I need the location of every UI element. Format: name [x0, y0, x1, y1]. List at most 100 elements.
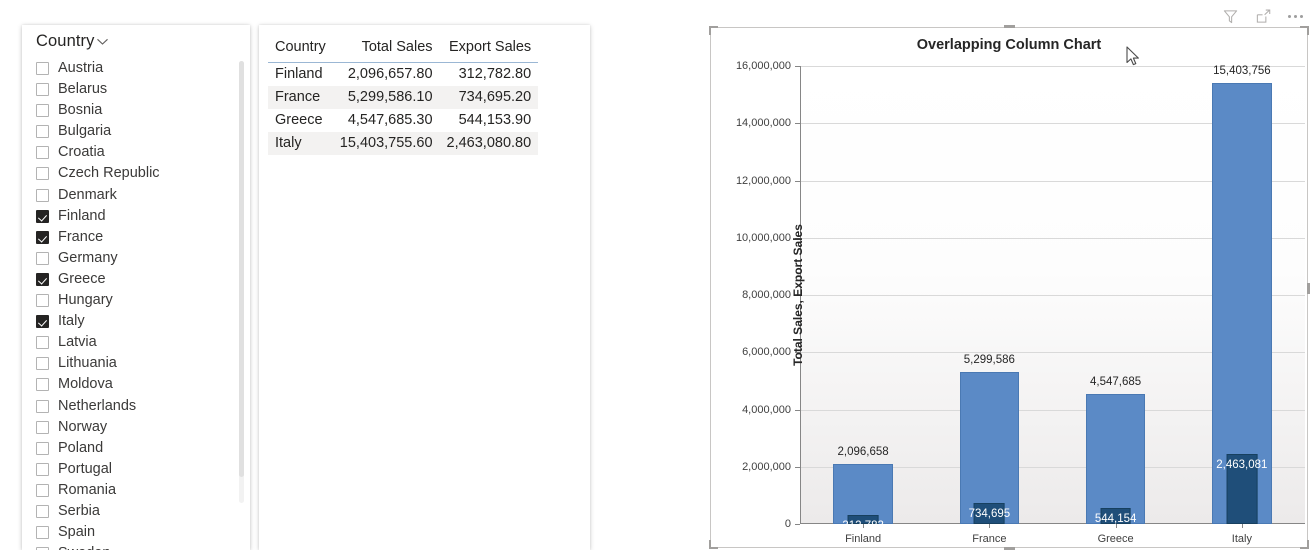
country-slicer[interactable]: Country Austria Belarus Bosnia Bulgaria Croa… — [22, 25, 250, 550]
checkbox-checked-icon[interactable] — [36, 230, 49, 244]
slicer-item[interactable]: Norway — [36, 417, 250, 438]
slicer-item-label: Portugal — [58, 460, 113, 477]
table-row[interactable]: France 5,299,586.10 734,695.20 — [268, 86, 539, 109]
filter-icon[interactable] — [1222, 8, 1239, 25]
slicer-item[interactable]: Croatia — [36, 142, 250, 163]
slicer-item[interactable]: Hungary — [36, 290, 250, 311]
resize-handle-right-middle[interactable] — [1307, 282, 1310, 294]
slicer-item[interactable]: Denmark — [36, 185, 250, 206]
slicer-item-label: Latvia — [58, 334, 97, 351]
slicer-item[interactable]: Italy — [36, 311, 250, 332]
slicer-item-label: Germany — [58, 249, 118, 266]
slicer-scrollbar[interactable] — [239, 61, 244, 503]
table-cell: 544,153.90 — [458, 112, 532, 128]
slicer-item[interactable]: Greece — [36, 269, 250, 290]
checkbox-icon[interactable] — [36, 357, 49, 371]
y-axis-tick-label: 12,000,000 — [735, 174, 791, 187]
report-canvas: Country Austria Belarus Bosnia Bulgaria Croa… — [0, 0, 1313, 550]
checkbox-icon[interactable] — [36, 188, 49, 202]
slicer-item[interactable]: Moldova — [36, 374, 250, 395]
slicer-item[interactable]: Poland — [36, 438, 250, 459]
slicer-item[interactable]: Lithuania — [36, 353, 250, 374]
slicer-item[interactable]: Bulgaria — [36, 121, 250, 142]
checkbox-icon[interactable] — [36, 378, 49, 392]
checkbox-icon[interactable] — [36, 83, 49, 97]
y-axis-tick-label: 0 — [784, 518, 791, 530]
sales-table-visual[interactable]: Country Total Sales Export Sales Finland 2,… — [259, 25, 590, 550]
checkbox-checked-icon[interactable] — [36, 272, 49, 286]
checkbox-icon[interactable] — [36, 62, 49, 75]
slicer-item[interactable]: Finland — [36, 206, 250, 227]
visual-header-toolbar[interactable] — [1222, 8, 1303, 25]
slicer-item[interactable]: Netherlands — [36, 396, 250, 417]
checkbox-icon[interactable] — [36, 483, 49, 497]
resize-handle-top-right-v[interactable] — [1307, 26, 1309, 35]
x-axis-tick — [1241, 524, 1243, 528]
slicer-item[interactable]: Austria — [36, 58, 250, 79]
resize-handle-bottom-left-v[interactable] — [709, 540, 711, 549]
slicer-item-list[interactable]: Austria Belarus Bosnia Bulgaria Croatia Czech… — [22, 58, 250, 550]
overlapping-column-chart-visual[interactable]: Overlapping Column Chart 0 2,000,000 4,000… — [709, 25, 1310, 550]
table-body: Finland 2,096,657.80 312,782.80 France 5,299… — [268, 63, 539, 155]
slicer-item-label: Italy — [58, 313, 85, 330]
slicer-item[interactable]: Bosnia — [36, 100, 250, 121]
table-column-header[interactable]: Country — [268, 35, 333, 63]
checkbox-icon[interactable] — [36, 125, 49, 139]
slicer-item[interactable]: Portugal — [36, 459, 250, 480]
y-axis-tick-label: 14,000,000 — [735, 117, 791, 130]
table-row[interactable]: Greece 4,547,685.30 544,153.90 — [268, 109, 538, 132]
chevron-down-icon[interactable] — [94, 33, 111, 50]
slicer-item[interactable]: Czech Republic — [36, 163, 250, 184]
resize-handle-top-left-v[interactable] — [709, 26, 711, 35]
slicer-item[interactable]: Spain — [36, 522, 250, 543]
slicer-item-label: Serbia — [58, 502, 100, 519]
table-column-header[interactable]: Export Sales — [439, 35, 539, 63]
bar-group[interactable]: 2,096,658312,783Finland — [833, 66, 893, 545]
bar-group[interactable]: 5,299,586 734,695 France — [959, 66, 1020, 545]
slicer-item-label: France — [58, 228, 104, 245]
x-axis-tick — [863, 524, 865, 528]
bar-group[interactable]: 4,547,685 544,154 Greece — [1085, 66, 1146, 545]
checkbox-icon[interactable] — [36, 526, 49, 540]
more-options-icon[interactable] — [1288, 8, 1303, 25]
resize-handle-bottom-right-v[interactable] — [1307, 540, 1309, 549]
slicer-item-label: Poland — [58, 439, 104, 456]
focus-mode-icon[interactable] — [1255, 8, 1272, 25]
slicer-item[interactable]: Romania — [36, 480, 250, 501]
checkbox-icon[interactable] — [36, 251, 49, 265]
slicer-item[interactable]: France — [36, 227, 250, 248]
checkbox-icon[interactable] — [36, 420, 49, 434]
data-label-total-sales: 15,403,756 — [1213, 65, 1271, 78]
slicer-item-label: Lithuania — [58, 355, 117, 372]
checkbox-icon[interactable] — [36, 146, 49, 160]
checkbox-icon[interactable] — [36, 504, 49, 518]
slicer-item-label: Hungary — [58, 292, 113, 309]
slicer-item-label: Greece — [58, 270, 106, 287]
table-row[interactable]: Finland 2,096,657.80 312,782.80 — [268, 63, 538, 87]
slicer-item[interactable]: Belarus — [36, 79, 250, 100]
checkbox-icon[interactable] — [36, 294, 49, 308]
bar-total-sales[interactable] — [1085, 393, 1146, 524]
bar-group[interactable]: 15,403,756 2,463,081 Italy — [1212, 65, 1272, 545]
slicer-item[interactable]: Germany — [36, 248, 250, 269]
checkbox-icon[interactable] — [36, 462, 49, 476]
checkbox-checked-icon[interactable] — [36, 315, 49, 329]
checkbox-checked-icon[interactable] — [36, 209, 49, 223]
y-axis-tick-label: 8,000,000 — [742, 289, 791, 301]
slicer-item[interactable]: Sweden — [36, 543, 250, 550]
checkbox-icon[interactable] — [36, 399, 49, 413]
checkbox-icon[interactable] — [36, 336, 49, 350]
slicer-item[interactable]: Latvia — [36, 332, 250, 353]
checkbox-icon[interactable] — [36, 167, 49, 181]
checkbox-icon[interactable] — [36, 441, 49, 455]
chart-title: Overlapping Column Chart — [916, 37, 1102, 53]
table-column-header[interactable]: Total Sales — [332, 35, 440, 63]
table-header-row: Country Total Sales Export Sales — [268, 35, 539, 63]
checkbox-icon[interactable] — [36, 104, 49, 118]
table-row[interactable]: Italy 15,403,755.60 2,463,080.80 — [268, 132, 539, 155]
slicer-item[interactable]: Serbia — [36, 501, 250, 522]
bar-total-sales[interactable] — [959, 372, 1020, 524]
slicer-scrollbar-thumb[interactable] — [239, 61, 244, 477]
slicer-item-label: Netherlands — [58, 397, 137, 414]
resize-handle-top-middle[interactable] — [1004, 25, 1015, 28]
